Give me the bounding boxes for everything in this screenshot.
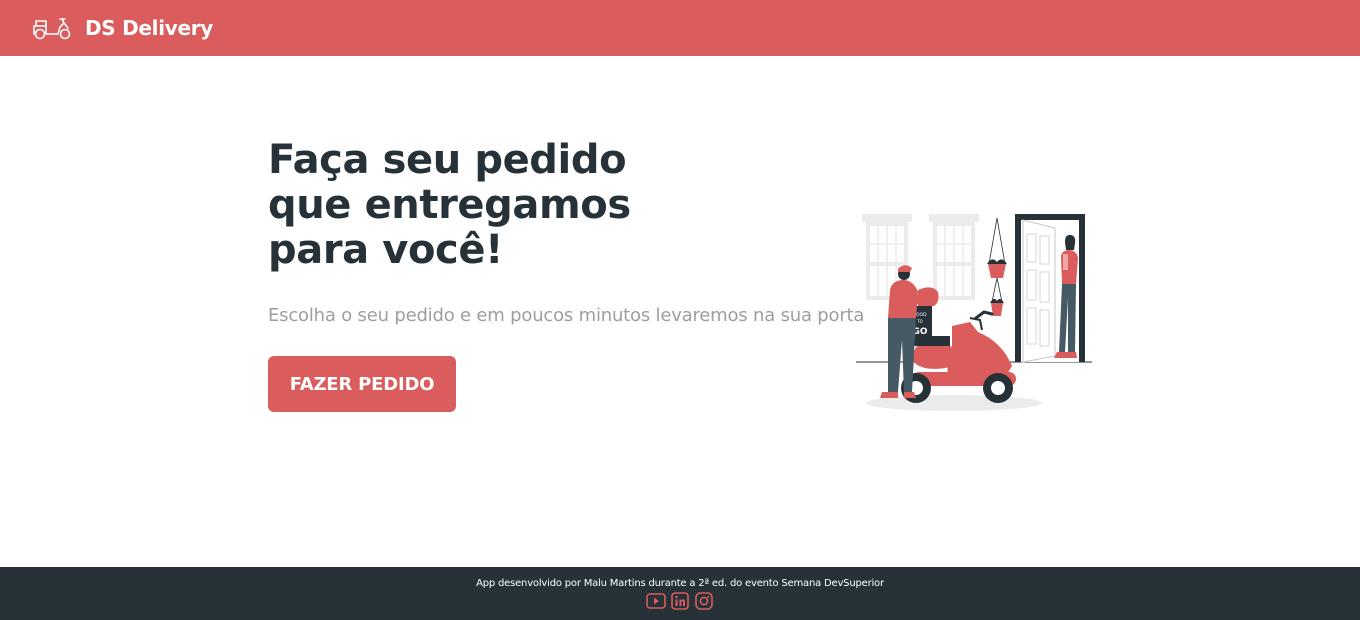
scooter-icon (32, 15, 72, 41)
main-content: Faça seu pedido que entregamos para você… (0, 56, 1360, 567)
footer-credit: App desenvolvido por Malu Martins durant… (476, 578, 884, 589)
order-button[interactable]: FAZER PEDIDO (268, 356, 456, 412)
home-link[interactable]: DS Delivery (32, 15, 213, 41)
hero-title-line: para você! (268, 227, 503, 273)
app-title: DS Delivery (85, 16, 214, 40)
navbar: DS Delivery (0, 0, 1360, 56)
hero-text: Faça seu pedido que entregamos para você… (268, 138, 868, 327)
delivery-illustration: FOOD TO GO (852, 206, 1096, 416)
linkedin-icon[interactable] (670, 592, 690, 610)
hero-subtitle: Escolha o seu pedido e em poucos minutos… (268, 305, 865, 326)
hero-title-line: que entregamos (268, 182, 631, 228)
social-links (0, 592, 1360, 610)
footer: App desenvolvido por Malu Martins durant… (0, 567, 1360, 620)
box-label-mid: TO (916, 319, 923, 324)
youtube-icon[interactable] (646, 592, 666, 610)
instagram-icon[interactable] (694, 592, 714, 610)
hero-title-line: Faça seu pedido (268, 137, 627, 183)
hero-title: Faça seu pedido que entregamos para você… (268, 138, 868, 273)
